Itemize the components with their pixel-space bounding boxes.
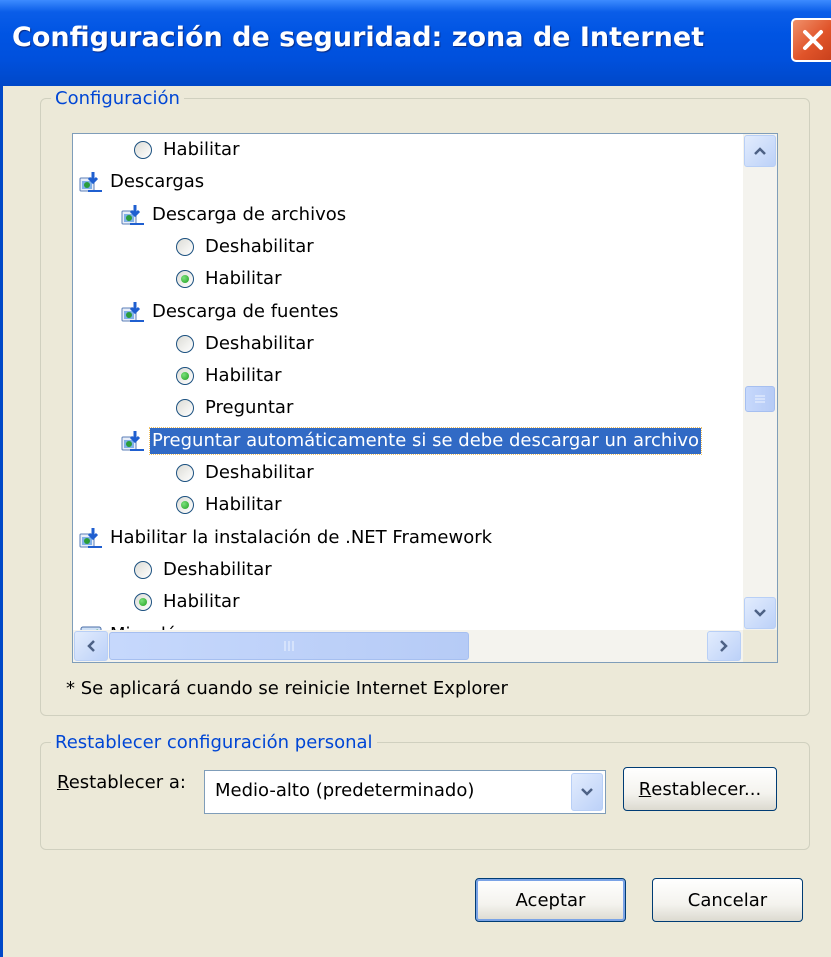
security-setting-icon (79, 526, 103, 550)
radio-checked-icon[interactable] (134, 593, 152, 612)
settings-tree[interactable]: Habilitar Descargas Descarga de archivos De… (72, 133, 778, 663)
grip-icon (755, 395, 765, 403)
ok-button[interactable]: Aceptar (475, 878, 626, 922)
scroll-right-button[interactable] (707, 631, 741, 661)
security-setting-icon (79, 170, 103, 194)
reset-to-access-key: R (57, 772, 69, 793)
window-title: Configuración de seguridad: zona de Inte… (12, 22, 705, 53)
tree-row-label: Deshabilitar (205, 462, 314, 483)
radio-option[interactable]: Deshabilitar (134, 554, 274, 586)
tree-row-label: Habilitar (205, 268, 282, 290)
window-border (0, 86, 3, 957)
security-settings-dialog: Configuración de seguridad: zona de Inte… (0, 0, 831, 957)
reset-button-text: establecer... (651, 778, 762, 800)
scroll-left-button[interactable] (74, 631, 108, 661)
reset-group-legend: Restablecer configuración personal (55, 732, 373, 753)
close-button[interactable] (791, 18, 831, 62)
reset-button[interactable]: Restablecer... (623, 767, 777, 811)
radio-unchecked-icon[interactable] (176, 237, 194, 256)
radio-option[interactable]: Habilitar (176, 263, 283, 295)
tree-row-label: Deshabilitar (163, 558, 272, 580)
tree-setting-group[interactable]: Preguntar automáticamente si se debe des… (121, 425, 703, 457)
tree-row-label: Preguntar automáticamente si se debe des… (148, 426, 703, 455)
tree-row-label: Descarga de fuentes (152, 300, 339, 322)
chevron-up-icon (754, 147, 766, 155)
horizontal-scroll-thumb[interactable] (109, 632, 469, 660)
scroll-down-button[interactable] (744, 597, 776, 629)
radio-option[interactable]: Habilitar (176, 360, 283, 392)
radio-option[interactable]: Deshabilitar (176, 328, 316, 360)
radio-unchecked-icon[interactable] (134, 141, 152, 159)
chevron-right-icon (720, 640, 728, 652)
radio-checked-icon[interactable] (176, 270, 194, 289)
settings-tree-content: Habilitar Descargas Descarga de archivos De… (73, 134, 743, 630)
grip-icon (284, 641, 294, 651)
radio-option[interactable]: Habilitar (134, 586, 241, 618)
tree-setting-group[interactable]: Descargas (79, 166, 206, 198)
tree-row-label: Preguntar (205, 397, 294, 419)
radio-option[interactable]: Habilitar (134, 134, 241, 166)
tree-setting-group[interactable]: Descarga de archivos (121, 199, 348, 231)
reset-level-dropdown-button[interactable] (571, 773, 603, 811)
chevron-down-icon (754, 609, 766, 617)
tree-row-label: Descargas (110, 171, 205, 193)
radio-checked-icon[interactable] (176, 496, 194, 515)
scrollbar-corner (743, 630, 777, 662)
restart-note: * Se aplicará cuando se reinicie Interne… (66, 678, 508, 699)
tree-row-label: Descarga de archivos (152, 203, 347, 225)
security-setting-icon (121, 429, 145, 453)
radio-option[interactable]: Deshabilitar (176, 457, 316, 489)
radio-option[interactable]: Preguntar (176, 392, 295, 424)
tree-row-label: Habilitar (163, 139, 240, 160)
reset-level-select[interactable]: Medio-alto (predeterminado) (204, 770, 606, 814)
reset-button-access-key: R (638, 778, 652, 800)
reset-level-value: Medio-alto (predeterminado) (215, 780, 475, 801)
chevron-down-icon (581, 788, 593, 796)
tree-setting-group[interactable]: Habilitar la instalación de .NET Framewo… (79, 522, 494, 554)
radio-unchecked-icon[interactable] (134, 560, 152, 579)
vertical-scrollbar[interactable] (743, 134, 777, 630)
radio-unchecked-icon[interactable] (176, 334, 194, 353)
tree-category[interactable]: Miscelánea (79, 619, 212, 631)
tree-row-label: Deshabilitar (205, 332, 314, 354)
tree-row-label: Habilitar (205, 494, 282, 516)
radio-unchecked-icon[interactable] (176, 464, 194, 482)
security-setting-icon (121, 203, 145, 227)
security-setting-icon (121, 300, 145, 324)
scroll-up-button[interactable] (744, 135, 776, 167)
tree-row-label: Miscelánea (108, 622, 212, 631)
settings-group-legend: Configuración (55, 88, 180, 109)
tree-row-label: Deshabilitar (205, 235, 314, 257)
horizontal-scrollbar[interactable] (73, 630, 743, 662)
tree-setting-group[interactable]: Descarga de fuentes (121, 296, 340, 328)
tree-row-label: Habilitar (163, 591, 240, 613)
close-icon (803, 30, 823, 50)
reset-to-label-text: establecer a: (68, 772, 186, 793)
radio-option[interactable]: Habilitar (176, 489, 283, 521)
radio-checked-icon[interactable] (176, 367, 194, 386)
cancel-button[interactable]: Cancelar (652, 878, 803, 922)
radio-unchecked-icon[interactable] (176, 399, 194, 418)
title-bar[interactable]: Configuración de seguridad: zona de Inte… (0, 0, 831, 86)
misc-settings-icon (79, 623, 103, 630)
radio-option[interactable]: Deshabilitar (176, 231, 316, 263)
reset-to-label: Restablecer a: (57, 772, 186, 793)
vertical-scroll-thumb[interactable] (745, 386, 775, 412)
tree-row-label: Habilitar la instalación de .NET Framewo… (110, 526, 493, 548)
chevron-left-icon (87, 640, 95, 652)
tree-row-label: Habilitar (205, 365, 282, 387)
